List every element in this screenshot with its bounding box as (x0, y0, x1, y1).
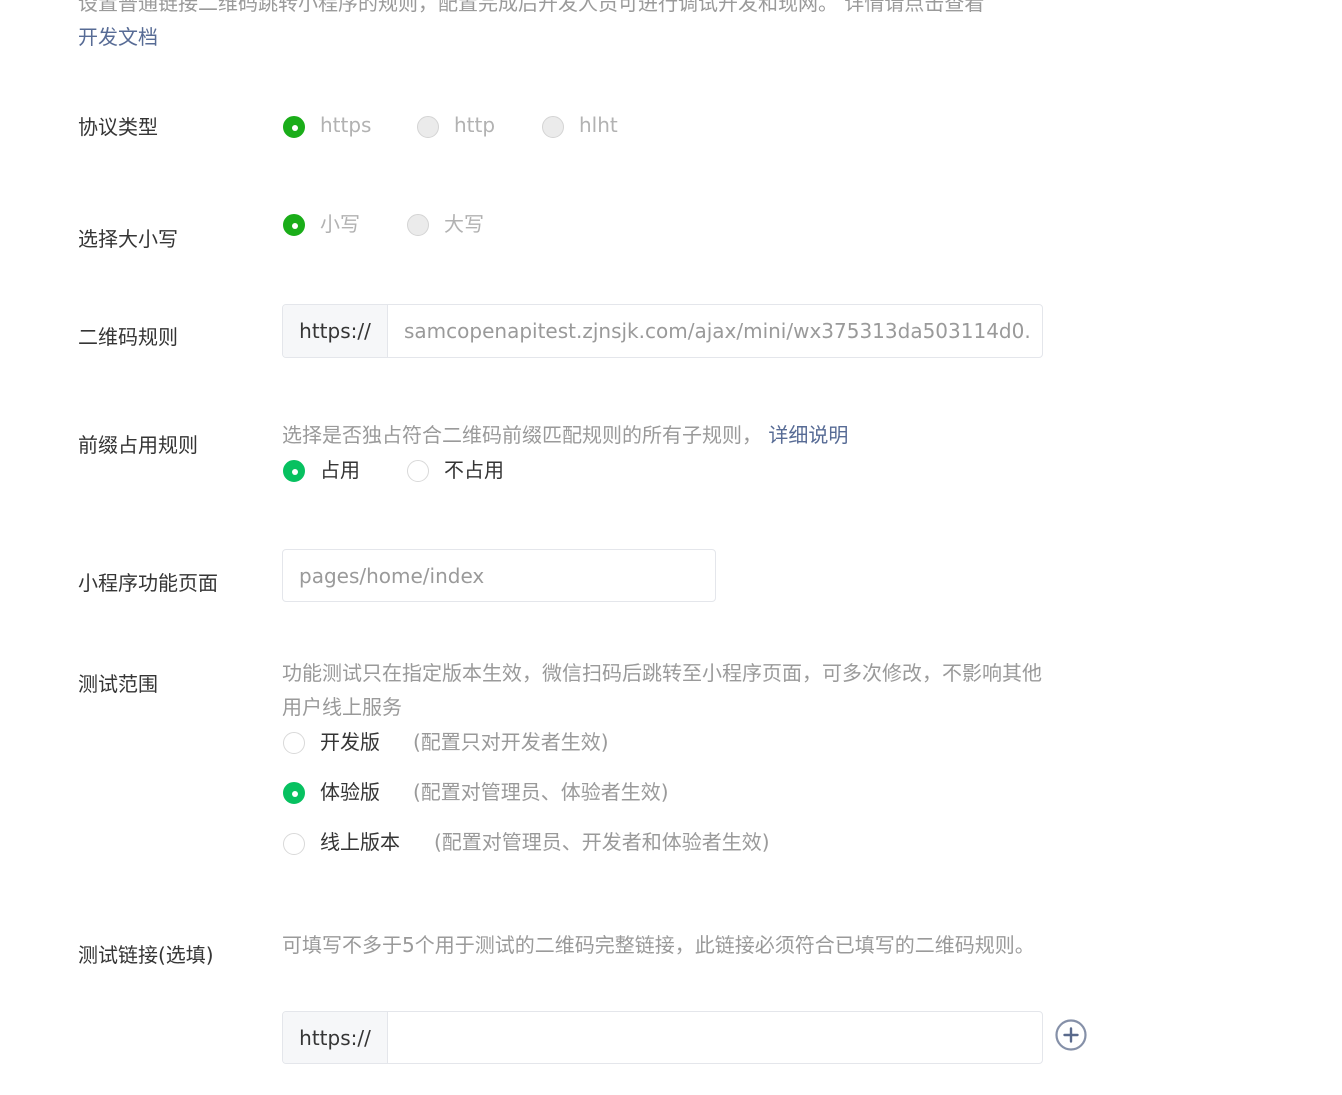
prefix-rule-label: 前缀占用规则 (78, 433, 198, 457)
case-label: 选择大小写 (78, 227, 178, 251)
protocol-option-label: http (454, 113, 496, 137)
qr-rule-input[interactable]: https:// samcopenapitest.zjnsjk.com/ajax… (282, 304, 1043, 358)
radio-unchecked-icon[interactable] (407, 460, 429, 482)
prefix-option-label: 不占用 (444, 458, 504, 482)
radio-unchecked-icon[interactable] (542, 116, 564, 138)
test-link-prefix: https:// (283, 1012, 388, 1063)
scope-option-note: (配置对管理员、体验者生效) (413, 780, 669, 804)
case-option-label: 大写 (444, 212, 484, 236)
protocol-label: 协议类型 (78, 115, 158, 139)
scope-option-note: (配置对管理员、开发者和体验者生效) (434, 830, 770, 854)
test-scope-description: 功能测试只在指定版本生效，微信扫码后跳转至小程序页面，可多次修改，不影响其他用户… (282, 661, 1042, 719)
radio-unchecked-icon[interactable] (417, 116, 439, 138)
protocol-option-label: https (320, 113, 372, 137)
qr-rule-prefix: https:// (283, 305, 388, 357)
page-input[interactable]: pages/home/index (282, 549, 716, 602)
page-label: 小程序功能页面 (78, 571, 218, 595)
test-link-description: 可填写不多于5个用于测试的二维码完整链接，此链接必须符合已填写的二维码规则。 (282, 933, 1035, 957)
prefix-rule-text: 选择是否独占符合二维码前缀匹配规则的所有子规则， (282, 423, 762, 447)
protocol-option-label: hlht (579, 113, 618, 137)
radio-checked-icon[interactable] (283, 460, 305, 482)
intro-text: 设置普通链接二维码跳转小程序的规则，配置完成后开发人员可进行调试开发和现网。 详… (78, 0, 1058, 54)
radio-unchecked-icon[interactable] (283, 732, 305, 754)
scope-option-label: 体验版 (320, 780, 380, 804)
scope-option-label: 线上版本 (320, 830, 400, 854)
qr-rule-value: samcopenapitest.zjnsjk.com/ajax/mini/wx3… (404, 319, 1031, 343)
test-link-label: 测试链接(选填) (78, 943, 214, 967)
test-scope-label: 测试范围 (78, 672, 158, 696)
radio-checked-icon[interactable] (283, 782, 305, 804)
scope-option-label: 开发版 (320, 730, 380, 754)
case-option-label: 小写 (320, 212, 360, 236)
radio-unchecked-icon[interactable] (407, 214, 429, 236)
intro-description: 设置普通链接二维码跳转小程序的规则，配置完成后开发人员可进行调试开发和现网。 详… (78, 0, 985, 15)
detail-link[interactable]: 详细说明 (768, 423, 848, 447)
plus-circle-icon[interactable] (1054, 1018, 1088, 1052)
qr-rule-label: 二维码规则 (78, 325, 178, 349)
prefix-rule-description: 选择是否独占符合二维码前缀匹配规则的所有子规则， 详细说明 (282, 418, 848, 452)
dev-doc-link[interactable]: 开发文档 (78, 25, 158, 49)
test-link-input[interactable]: https:// (282, 1011, 1043, 1064)
prefix-option-label: 占用 (320, 458, 360, 482)
radio-checked-icon[interactable] (283, 116, 305, 138)
radio-unchecked-icon[interactable] (283, 833, 305, 855)
scope-option-note: (配置只对开发者生效) (413, 730, 609, 754)
radio-checked-icon[interactable] (283, 214, 305, 236)
